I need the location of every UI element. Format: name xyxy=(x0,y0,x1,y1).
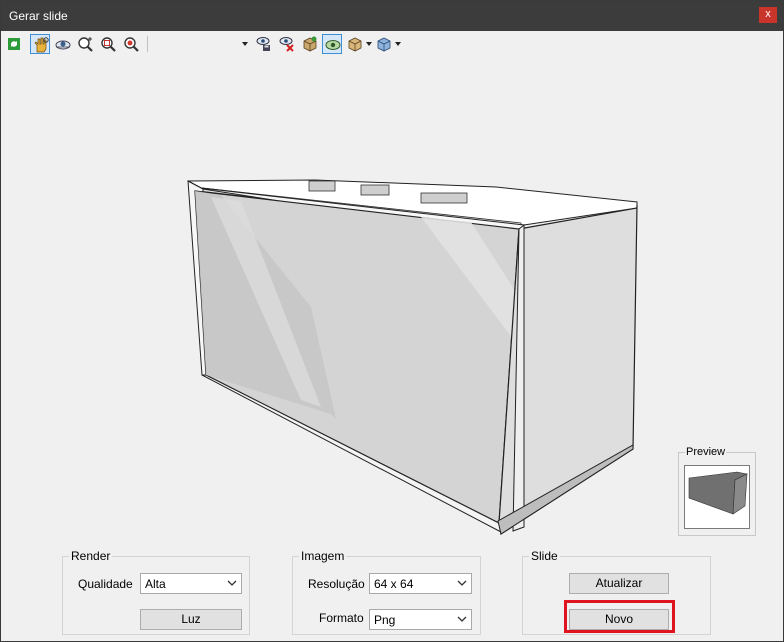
chevron-down-icon xyxy=(227,580,237,586)
format-label: Formato xyxy=(319,611,364,625)
image-group: Imagem Resolução 64 x 64 Formato Png xyxy=(292,549,481,635)
camera-view-icon[interactable] xyxy=(300,34,320,54)
preview-thumbnail xyxy=(684,465,750,529)
resolution-select[interactable]: 64 x 64 xyxy=(369,573,472,594)
eye-layer-icon[interactable] xyxy=(322,34,342,54)
preview-label: Preview xyxy=(685,446,727,458)
chevron-down-icon xyxy=(457,616,467,622)
zoom-extents-icon[interactable] xyxy=(122,34,142,54)
resolution-label: Resolução xyxy=(308,577,365,591)
chevron-down-icon xyxy=(457,580,467,586)
quality-select[interactable]: Alta xyxy=(140,573,242,594)
gerar-slide-window: Gerar slide x Preview Render Qualidade A… xyxy=(0,0,784,642)
quality-select-value: Alta xyxy=(145,577,166,591)
image-group-title: Imagem xyxy=(299,549,347,563)
chevron-down-icon[interactable] xyxy=(366,42,372,46)
render-group: Render Qualidade Alta Luz xyxy=(62,549,250,635)
camera-save-icon[interactable] xyxy=(254,34,274,54)
quality-label: Qualidade xyxy=(78,577,133,591)
preview-panel: Preview xyxy=(678,446,756,536)
refresh-icon[interactable] xyxy=(4,34,24,54)
cabinet-model xyxy=(187,179,638,535)
section-view-icon[interactable] xyxy=(374,34,394,54)
zoom-window-icon[interactable] xyxy=(99,34,119,54)
format-select-value: Png xyxy=(374,613,396,627)
resolution-select-value: 64 x 64 xyxy=(374,577,414,591)
chevron-down-icon[interactable] xyxy=(395,42,401,46)
slide-group-title: Slide xyxy=(529,549,560,563)
render-group-title: Render xyxy=(69,549,113,563)
close-button[interactable]: x xyxy=(759,7,777,23)
toolbar xyxy=(1,31,783,57)
box-view-icon[interactable] xyxy=(345,34,365,54)
camera-delete-icon[interactable] xyxy=(277,34,297,54)
zoom-in-icon[interactable] xyxy=(76,34,96,54)
window-title: Gerar slide xyxy=(9,9,68,23)
update-button[interactable]: Atualizar xyxy=(569,573,669,594)
new-button-highlight xyxy=(564,600,675,633)
3d-viewport[interactable] xyxy=(1,57,783,541)
pan-eye-icon[interactable] xyxy=(53,34,73,54)
chevron-down-icon[interactable] xyxy=(242,42,248,46)
orbit-hand-icon[interactable] xyxy=(30,34,50,54)
title-bar: Gerar slide x xyxy=(1,1,783,31)
format-select[interactable]: Png xyxy=(369,609,472,630)
light-button[interactable]: Luz xyxy=(140,609,242,630)
toolbar-separator xyxy=(147,36,148,52)
